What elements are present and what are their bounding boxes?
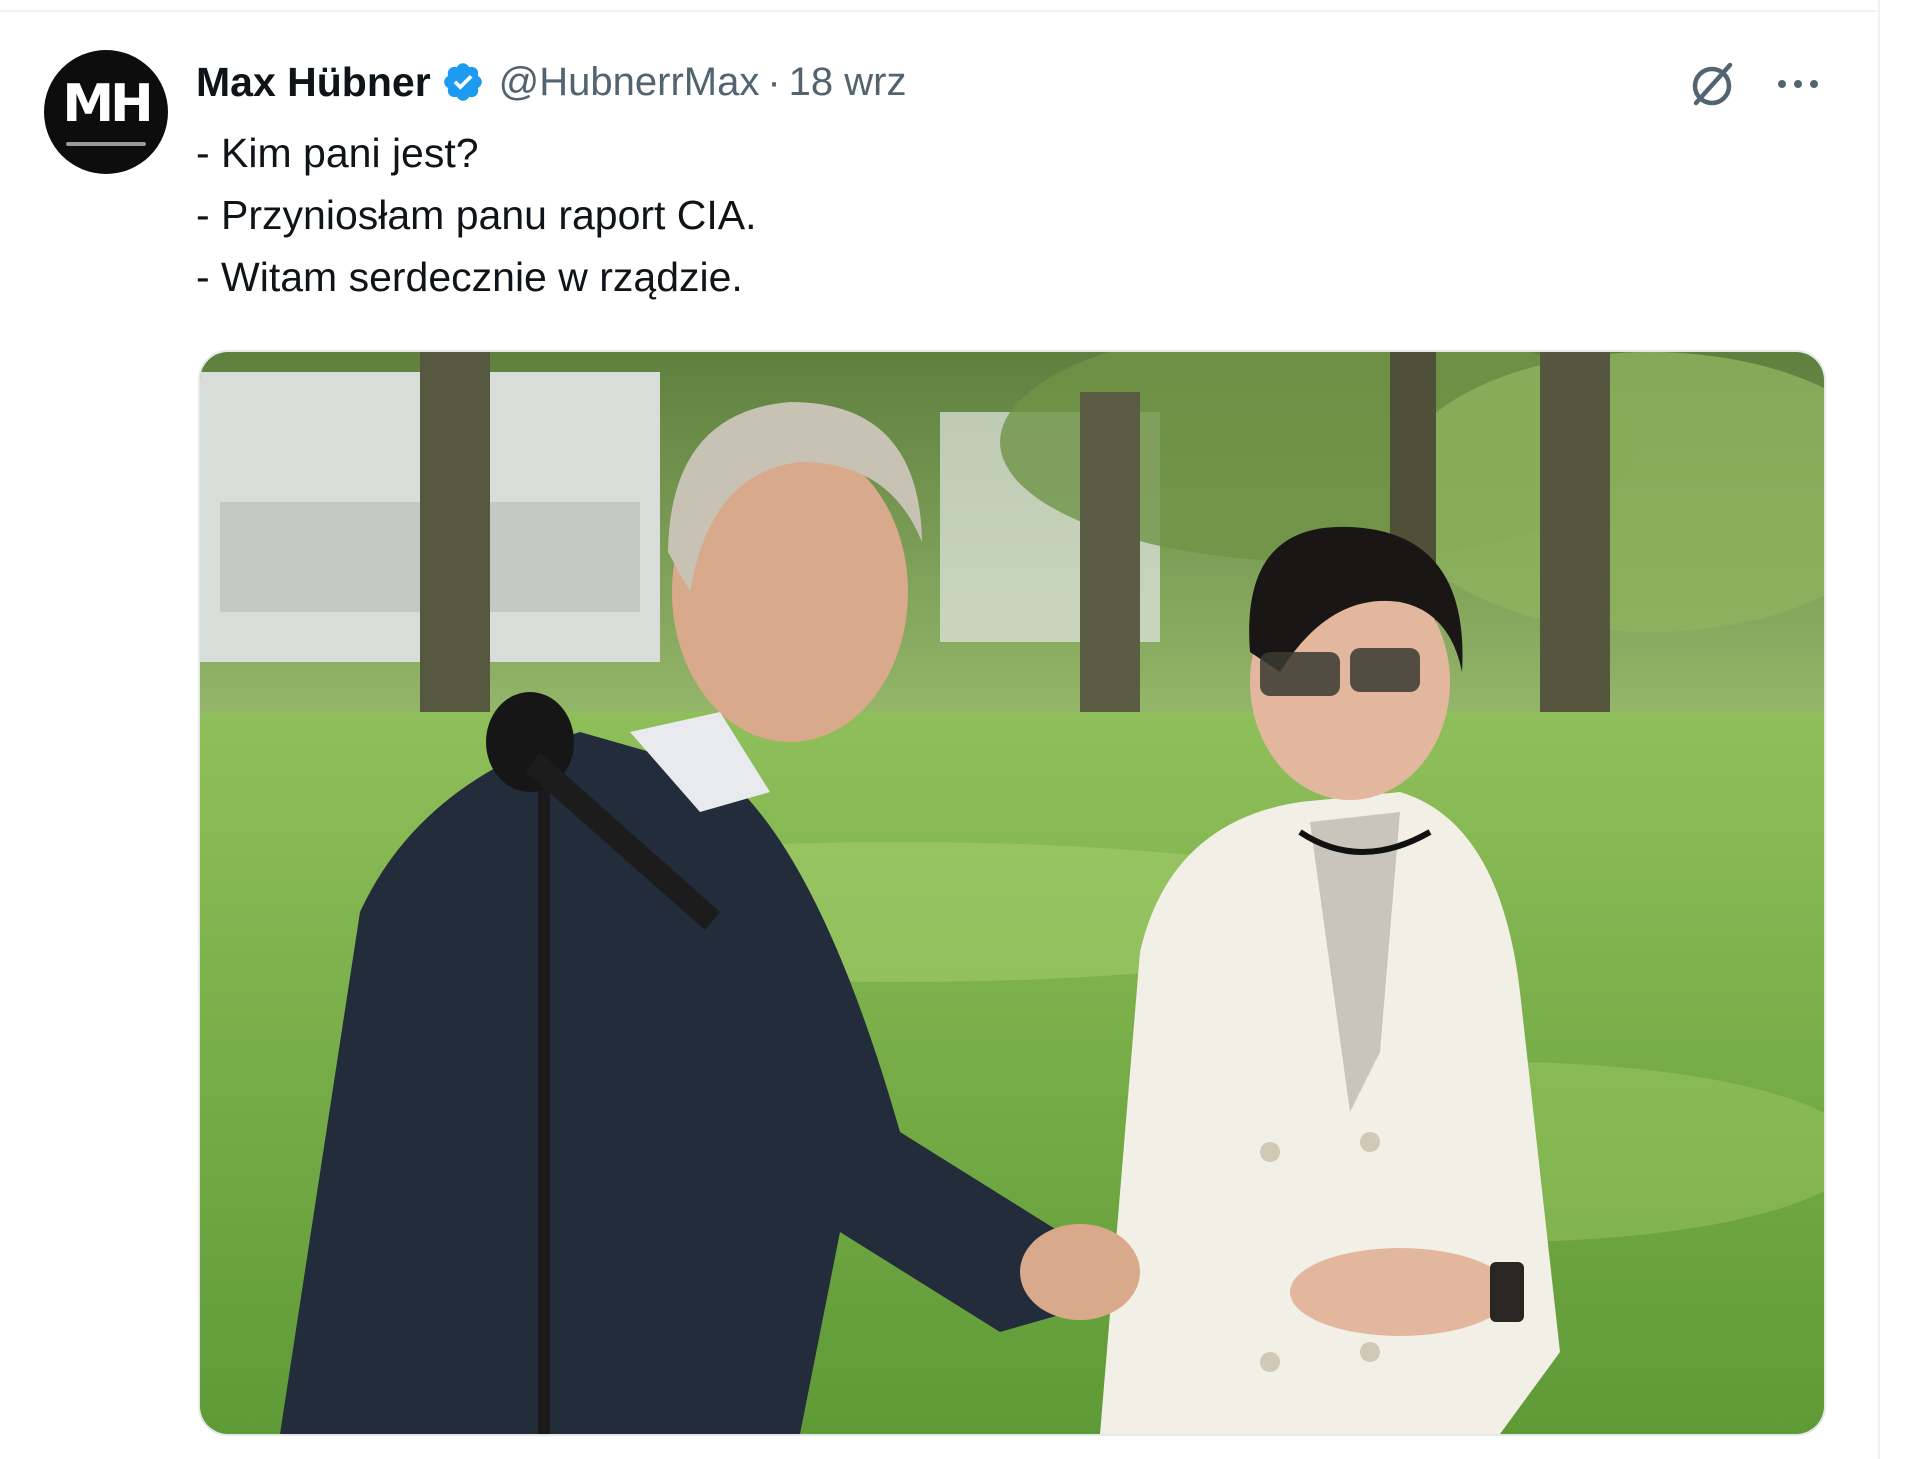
verified-badge-icon xyxy=(443,63,482,101)
tweet-line: - Przyniosłam panu raport CIA. xyxy=(196,192,757,238)
tweet-header: Max Hübner @HubnerrMax · 18 wrz xyxy=(196,52,906,112)
tweet-line: - Witam serdecznie w rządzie. xyxy=(196,254,743,300)
photo-illustration xyxy=(200,352,1824,1434)
separator-dot: · xyxy=(767,59,781,104)
tweet-text: - Kim pani jest? - Przyniosłam panu rapo… xyxy=(196,122,1796,308)
avatar-monogram: MH xyxy=(62,74,153,134)
more-options-icon[interactable] xyxy=(1772,64,1824,104)
tweet-line: - Kim pani jest? xyxy=(196,130,479,176)
top-divider xyxy=(0,10,1878,12)
grok-icon[interactable] xyxy=(1684,56,1740,112)
author-name[interactable]: Max Hübner xyxy=(196,59,431,106)
tweet-photo[interactable] xyxy=(198,350,1826,1436)
tweet-page: MH Max Hübner @HubnerrMax · 18 wrz - Kim… xyxy=(0,0,1920,1459)
author-handle[interactable]: @HubnerrMax xyxy=(499,60,760,105)
column-divider xyxy=(1878,0,1880,1459)
avatar-tagline-mark xyxy=(66,142,146,146)
tweet-timestamp[interactable]: 18 wrz xyxy=(789,60,907,105)
author-avatar[interactable]: MH xyxy=(44,50,168,174)
